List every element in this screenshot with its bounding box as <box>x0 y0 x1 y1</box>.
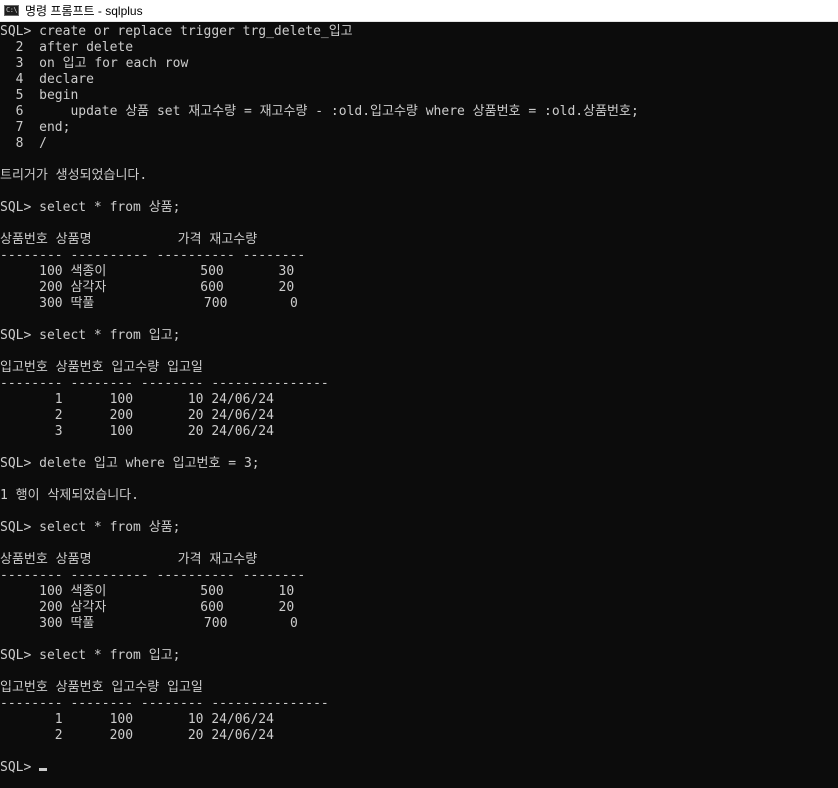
console-line: 3 on 입고 for each row <box>0 56 189 71</box>
console-line: 200 삼각자 600 20 <box>0 280 295 295</box>
console-line: SQL> select * from 상품; <box>0 200 181 215</box>
console-line: SQL> select * from 상품; <box>0 520 181 535</box>
console-line: 1 100 10 24/06/24 <box>0 712 274 727</box>
console-line: 1 100 10 24/06/24 <box>0 392 274 407</box>
console-line: 3 100 20 24/06/24 <box>0 424 274 439</box>
console-line: -------- -------- -------- -------------… <box>0 696 329 711</box>
console-line: SQL> select * from 입고; <box>0 648 181 663</box>
console-line: 입고번호 상품번호 입고수량 입고일 <box>0 360 203 375</box>
console-line: -------- ---------- ---------- -------- <box>0 568 306 583</box>
console-line: 4 declare <box>0 72 94 87</box>
console-line: 200 삼각자 600 20 <box>0 600 295 615</box>
console-line: 6 update 상품 set 재고수량 = 재고수량 - :old.입고수량 … <box>0 104 639 119</box>
console-line: 5 begin <box>0 88 79 103</box>
prompt-text: SQL> <box>0 760 40 775</box>
console-line: 2 200 20 24/06/24 <box>0 728 274 743</box>
console-line: 100 색종이 500 30 <box>0 264 295 279</box>
console-line: 7 end; <box>0 120 71 135</box>
console-line: -------- ---------- ---------- -------- <box>0 248 306 263</box>
title-bar[interactable]: C:\ 명령 프롬프트 - sqlplus <box>0 0 838 22</box>
console-line: 상품번호 상품명 가격 재고수량 <box>0 232 258 247</box>
console-line: SQL> create or replace trigger trg_delet… <box>0 24 353 39</box>
text-cursor <box>39 768 48 771</box>
console-line: 100 색종이 500 10 <box>0 584 295 599</box>
console-line: 상품번호 상품명 가격 재고수량 <box>0 552 258 567</box>
window-title: 명령 프롬프트 - sqlplus <box>25 4 143 18</box>
command-prompt-line[interactable]: SQL> <box>0 760 838 776</box>
console-line: SQL> select * from 입고; <box>0 328 181 343</box>
console-line: 300 딱풀 700 0 <box>0 296 298 311</box>
console-line: SQL> delete 입고 where 입고번호 = 3; <box>0 456 260 471</box>
console-line: 2 after delete <box>0 40 134 55</box>
command-prompt-icon: C:\ <box>4 5 19 16</box>
console-line: -------- -------- -------- -------------… <box>0 376 329 391</box>
console-line: 입고번호 상품번호 입고수량 입고일 <box>0 680 203 695</box>
console-line: 300 딱풀 700 0 <box>0 616 298 631</box>
console-output[interactable]: SQL> create or replace trigger trg_delet… <box>0 24 838 788</box>
console-line: 트리거가 생성되었습니다. <box>0 168 148 183</box>
console-line: 8 / <box>0 136 47 151</box>
console-line: 2 200 20 24/06/24 <box>0 408 274 423</box>
console-line: 1 행이 삭제되었습니다. <box>0 488 139 503</box>
